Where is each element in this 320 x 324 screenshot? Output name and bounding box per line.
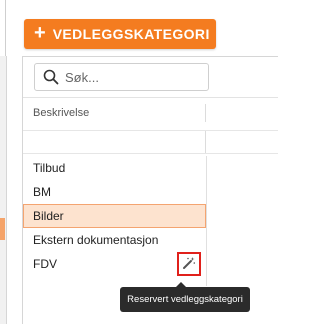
- sidebar-list-edge: [0, 56, 7, 324]
- plus-icon: +: [34, 22, 46, 44]
- search-input[interactable]: [61, 69, 195, 85]
- search-icon: [41, 67, 61, 87]
- table-row[interactable]: FDV: [23, 252, 206, 276]
- table-row[interactable]: BM: [23, 180, 206, 204]
- tooltip-text: Reservert vedleggskategori: [127, 294, 243, 305]
- table-row[interactable]: Tilbud: [23, 156, 206, 180]
- row-label: Tilbud: [33, 161, 66, 175]
- magic-wand-icon: [182, 256, 196, 273]
- column-header-beskrivelse[interactable]: Beskrivelse: [33, 107, 89, 119]
- add-attachment-category-button[interactable]: + VEDLEGGSKATEGORI: [24, 19, 216, 49]
- row-label: Bilder: [33, 209, 64, 223]
- row-label: BM: [33, 185, 51, 199]
- sidebar-edge: [0, 0, 7, 324]
- page: + VEDLEGGSKATEGORI Beskrivelse Tilbud: [0, 0, 278, 324]
- reserved-category-button[interactable]: [177, 252, 201, 276]
- column-divider[interactable]: [205, 104, 206, 122]
- table-row-selected[interactable]: Bilder: [23, 204, 206, 228]
- row-label: Ekstern dokumentasjon: [33, 233, 159, 247]
- add-button-label: VEDLEGGSKATEGORI: [52, 26, 210, 42]
- table-header: Beskrivelse: [23, 97, 278, 154]
- category-list: Tilbud BM Bilder Ekstern dokumentasjon F…: [23, 156, 207, 286]
- filter-row: [23, 130, 278, 154]
- tooltip: Reservert vedleggskategori: [120, 282, 250, 312]
- table-row[interactable]: Ekstern dokumentasjon: [23, 228, 206, 252]
- row-label: FDV: [33, 257, 57, 271]
- column-divider: [205, 131, 206, 153]
- search-field[interactable]: [34, 63, 209, 91]
- category-panel: Beskrivelse Tilbud BM Bilder Ekstern dok…: [22, 56, 278, 324]
- sidebar-selected-marker: [0, 218, 5, 240]
